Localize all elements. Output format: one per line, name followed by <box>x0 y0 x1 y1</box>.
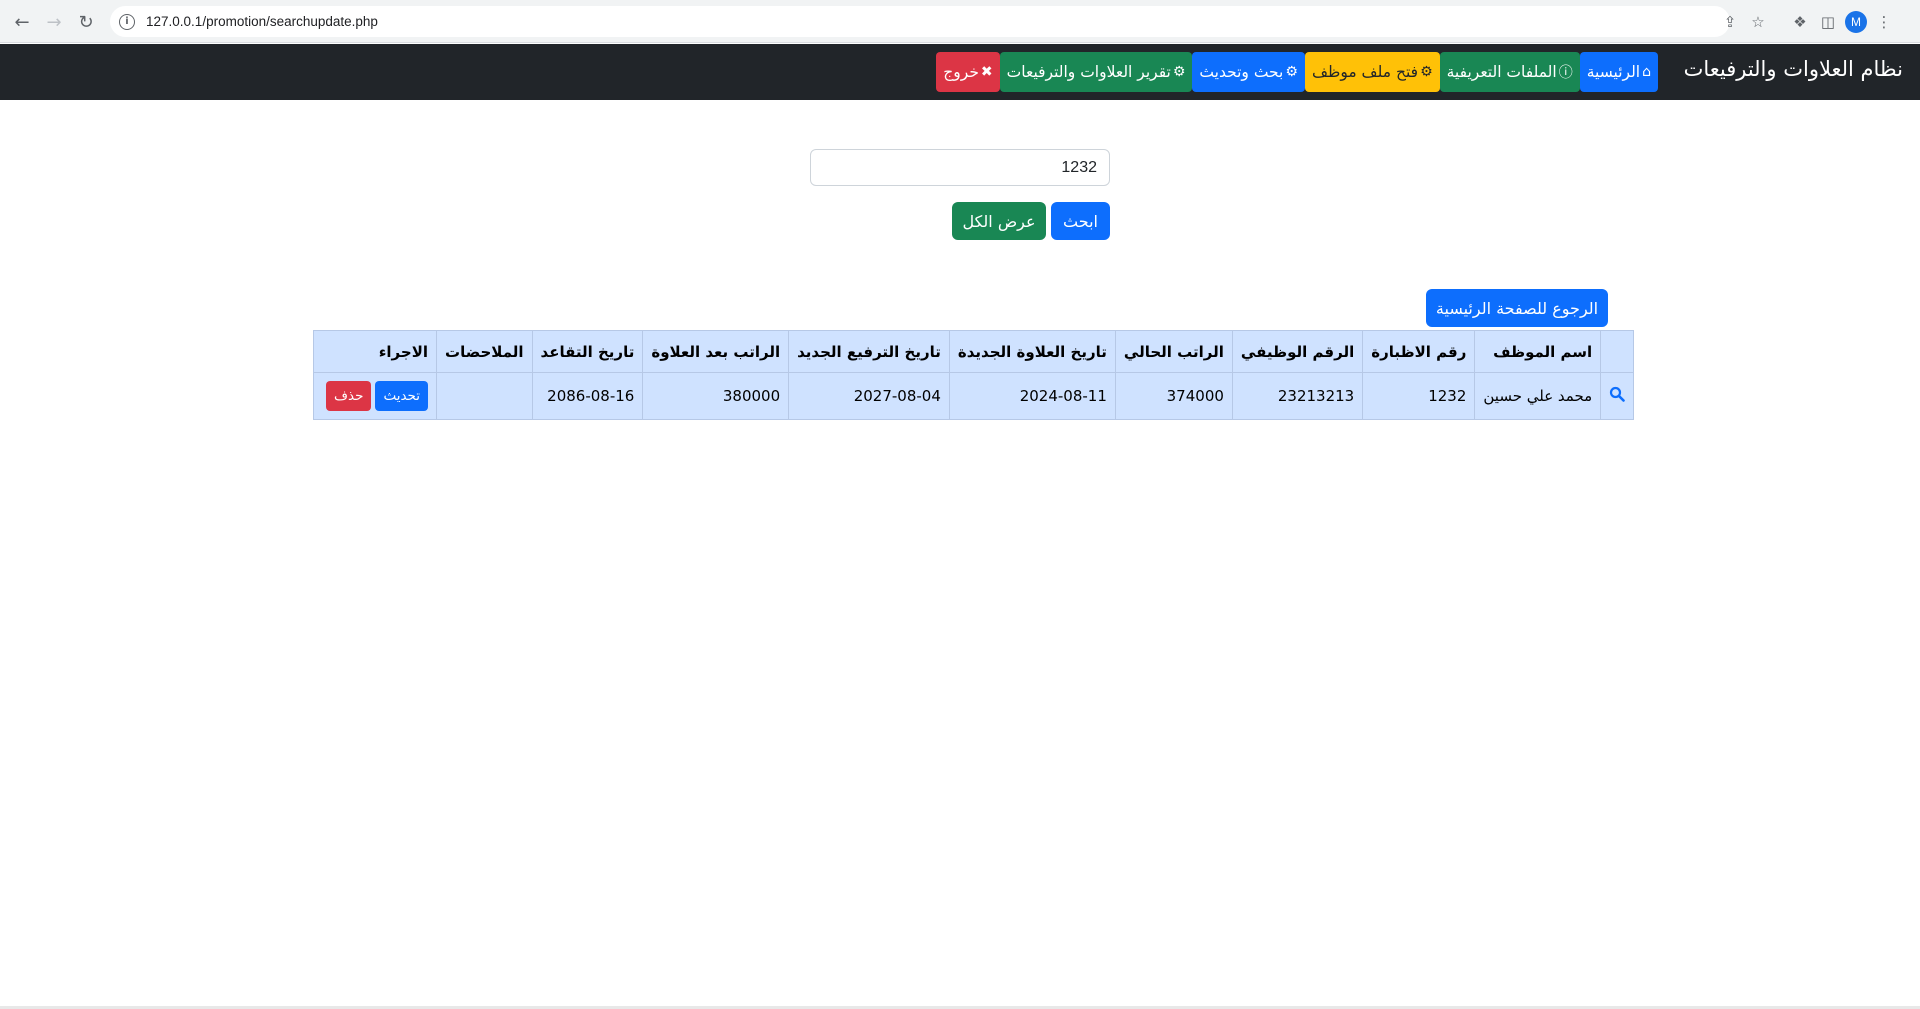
profile-button[interactable]: M <box>1842 8 1870 36</box>
nav-item-open-employee-file[interactable]: ⚙ فتح ملف موظف <box>1304 52 1440 92</box>
extensions-icon[interactable]: ❖ <box>1786 8 1814 36</box>
table-header: الرقم الوظيفي <box>1231 330 1364 373</box>
table-header: الراتب الحالي <box>1114 330 1233 373</box>
cell-employee-name: محمد علي حسين <box>1474 372 1602 420</box>
table-header: الملاحضات <box>436 330 533 373</box>
nav-item-home[interactable]: ⌂ الرئيسية <box>1579 52 1658 92</box>
cell-new-promotion-date: 2027-08-04 <box>788 372 950 420</box>
nav-item-label: فتح ملف موظف <box>1311 63 1419 81</box>
menu-icon[interactable]: ⋮ <box>1870 8 1898 36</box>
info-circle-icon: ⓘ <box>1558 65 1573 81</box>
cell-current-salary: 374000 <box>1114 372 1233 420</box>
table-header: رقم الاظبارة <box>1362 330 1476 373</box>
cell-salary-after-bonus: 380000 <box>642 372 790 420</box>
show-all-button[interactable]: عرض الكل <box>952 202 1046 240</box>
cell-retirement-date: 2086-08-16 <box>531 372 644 420</box>
reload-icon[interactable]: ↻ <box>72 8 100 36</box>
forward-arrow-icon[interactable]: → <box>40 8 68 36</box>
cell-file-no: 1232 <box>1362 372 1476 420</box>
gears-icon: ⚙ <box>1172 64 1186 80</box>
gears-icon: ⚙ <box>1285 64 1298 80</box>
table-header: تاريخ العلاوة الجديدة <box>948 330 1116 373</box>
share-icon[interactable]: ⇪ <box>1716 8 1744 36</box>
nav-item-search-update[interactable]: ⚙ بحث وتحديث <box>1192 52 1305 92</box>
avatar: M <box>1845 11 1867 33</box>
table-header: الراتب بعد العلاوة <box>642 330 790 373</box>
url-text: 127.0.0.1/promotion/searchupdate.php <box>146 14 378 29</box>
app-brand[interactable]: نظام العلاوات والترفيعات <box>1684 57 1903 81</box>
cell-job-no: 23213213 <box>1231 372 1364 420</box>
app-navbar: نظام العلاوات والترفيعات ⌂ الرئيسية ⓘ ال… <box>0 44 1920 100</box>
search-icon[interactable] <box>1600 372 1635 420</box>
table-header: اسم الموظف <box>1474 330 1602 373</box>
side-panel-icon[interactable]: ◫ <box>1814 8 1842 36</box>
cell-notes <box>436 372 533 420</box>
table-header: تاريخ الترفيع الجديد <box>788 330 950 373</box>
table-header <box>1600 330 1635 373</box>
nav-item-logout[interactable]: ✖ خروج <box>936 52 1000 92</box>
update-button[interactable]: تحديث <box>375 381 429 411</box>
nav-item-profiles[interactable]: ⓘ الملفات التعريفية <box>1439 52 1580 92</box>
nav-item-label: تقرير العلاوات والترفيعات <box>1006 63 1171 81</box>
nav-item-label: الملفات التعريفية <box>1446 63 1557 81</box>
back-to-home-button[interactable]: الرجوع للصفحة الرئيسية <box>1426 289 1608 327</box>
nav-item-report[interactable]: ⚙ تقرير العلاوات والترفيعات <box>999 52 1193 92</box>
delete-button[interactable]: حذف <box>326 381 372 411</box>
home-icon: ⌂ <box>1642 64 1651 80</box>
back-arrow-icon[interactable]: ← <box>8 8 36 36</box>
cell-new-bonus-date: 2024-08-11 <box>948 372 1116 420</box>
nav-item-label: بحث وتحديث <box>1199 63 1284 81</box>
table-row: محمد علي حسين 1232 23213213 374000 2024-… <box>312 372 1635 420</box>
nav-menu: ⌂ الرئيسية ⓘ الملفات التعريفية ⚙ فتح ملف… <box>936 52 1658 92</box>
nav-item-label: الرئيسية <box>1586 63 1641 81</box>
results-table: اسم الموظف رقم الاظبارة الرقم الوظيفي ال… <box>312 330 1635 420</box>
browser-toolbar: ← → ↻ i 127.0.0.1/promotion/searchupdate… <box>0 0 1920 43</box>
address-bar[interactable]: i 127.0.0.1/promotion/searchupdate.php <box>110 6 1730 37</box>
nav-item-label: خروج <box>943 63 979 81</box>
cell-actions: تحديثحذف <box>312 372 438 420</box>
close-icon: ✖ <box>980 64 993 80</box>
gears-icon: ⚙ <box>1420 64 1433 80</box>
table-header: تاريخ التقاعد <box>531 330 644 373</box>
table-header: الاجراء <box>312 330 438 373</box>
star-icon[interactable]: ☆ <box>1744 8 1772 36</box>
search-input[interactable] <box>810 149 1110 186</box>
search-button[interactable]: ابحث <box>1051 202 1110 240</box>
table-header-row: اسم الموظف رقم الاظبارة الرقم الوظيفي ال… <box>312 330 1635 373</box>
info-icon[interactable]: i <box>119 13 135 30</box>
